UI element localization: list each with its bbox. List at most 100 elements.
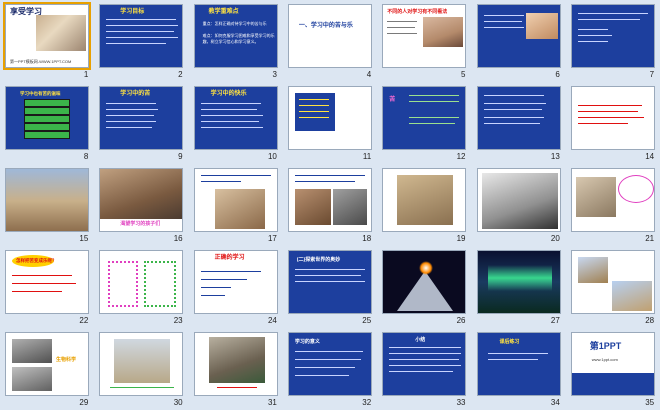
- slide-32[interactable]: 学习的意义: [287, 332, 372, 396]
- slide-thumbnail-4[interactable]: 一、学习中的苦与乐 4: [283, 0, 377, 82]
- slide-6[interactable]: [476, 4, 561, 68]
- slide-8-title: 学习中也有苦的滋味: [20, 91, 61, 96]
- slide-thumbnail-30[interactable]: 30: [94, 328, 188, 410]
- slide-number: 28: [645, 316, 655, 325]
- slide-thumbnail-32[interactable]: 学习的意义 32: [283, 328, 377, 410]
- slide-number: 15: [79, 234, 89, 243]
- slide-28-photo-1: [577, 257, 608, 283]
- slide-35[interactable]: 第1PPT www.1ppt.com: [570, 332, 655, 396]
- slide-number: 8: [83, 152, 89, 161]
- slide-thumbnail-6[interactable]: 6: [472, 0, 566, 82]
- slide-number: 2: [178, 70, 183, 79]
- slide-thumbnail-1[interactable]: 享受学习 第一PPT模板网-WWW.1PPT.COM 1: [0, 0, 94, 82]
- slide-thumbnail-23[interactable]: 23: [94, 246, 188, 328]
- slide-15[interactable]: [5, 168, 89, 232]
- slide-thumbnail-13[interactable]: 13: [472, 82, 566, 164]
- slide-17[interactable]: [193, 168, 278, 232]
- slide-9[interactable]: 学习中的苦: [99, 86, 184, 150]
- slide-number: 23: [173, 316, 183, 325]
- slide-25[interactable]: (二)探索世界的奥妙: [287, 250, 372, 314]
- slide-34[interactable]: 课后练习: [476, 332, 561, 396]
- slide-number: 33: [456, 398, 466, 407]
- slide-thumbnail-31[interactable]: 31: [189, 328, 283, 410]
- slide-26[interactable]: [382, 250, 467, 314]
- slide-14[interactable]: [570, 86, 655, 150]
- slide-12[interactable]: 苦: [382, 86, 467, 150]
- slide-thumbnail-8[interactable]: 学习中也有苦的滋味 8: [0, 82, 94, 164]
- slide-33[interactable]: 小结: [382, 332, 467, 396]
- slide-thumbnail-3[interactable]: 教学重难点 重点：怎样正确对待学习中的苦与乐 难点：如何克服学习困难和享受学习的…: [189, 0, 283, 82]
- slide-10[interactable]: 学习中的快乐: [193, 86, 278, 150]
- slide-15-photo: [6, 169, 88, 231]
- slide-35-logo: 第1PPT: [589, 341, 622, 351]
- slide-5[interactable]: 不同的人对学习有不同看法: [382, 4, 467, 68]
- slide-18-photo-2: [332, 189, 367, 225]
- slide-24-title: 正确的学习: [214, 255, 245, 261]
- slide-29[interactable]: 生物科学: [5, 332, 89, 396]
- slide-thumbnail-5[interactable]: 不同的人对学习有不同看法 5: [377, 0, 471, 82]
- slide-thumbnail-20[interactable]: 20: [472, 164, 566, 246]
- slide-21[interactable]: [570, 168, 655, 232]
- slide-1[interactable]: 享受学习 第一PPT模板网-WWW.1PPT.COM: [3, 2, 91, 70]
- slide-number: 7: [649, 70, 655, 79]
- slide-thumbnail-22[interactable]: 怎样把苦变成乐呢？ 22: [0, 246, 94, 328]
- slide-16-photo: [100, 169, 183, 219]
- slide-thumbnail-21[interactable]: 21: [566, 164, 660, 246]
- slide-thumbnail-12[interactable]: 苦 12: [377, 82, 471, 164]
- slide-thumbnail-33[interactable]: 小结 33: [377, 328, 471, 410]
- slide-thumbnail-26[interactable]: 26: [377, 246, 471, 328]
- slide-number: 31: [267, 398, 277, 407]
- slide-5-photo: [423, 17, 464, 47]
- slide-thumbnail-35[interactable]: 第1PPT www.1ppt.com 35: [566, 328, 660, 410]
- slide-thumbnail-19[interactable]: 19: [377, 164, 471, 246]
- slide-20[interactable]: [476, 168, 561, 232]
- slide-number: 25: [362, 316, 372, 325]
- slide-thumbnail-27[interactable]: 27: [472, 246, 566, 328]
- slide-thumbnail-28[interactable]: 28: [566, 246, 660, 328]
- slide-2-title: 学习目标: [120, 9, 145, 15]
- slide-number: 9: [178, 152, 183, 161]
- slide-number: 32: [362, 398, 372, 407]
- slide-12-tag: 苦: [389, 97, 396, 103]
- slide-8[interactable]: 学习中也有苦的滋味: [5, 86, 89, 150]
- slide-thumbnail-10[interactable]: 学习中的快乐 10: [189, 82, 283, 164]
- slide-31[interactable]: [193, 332, 278, 396]
- slide-4[interactable]: 一、学习中的苦与乐: [287, 4, 372, 68]
- slide-7[interactable]: [570, 4, 655, 68]
- slide-number: 10: [267, 152, 277, 161]
- slide-3[interactable]: 教学重难点 重点：怎样正确对待学习中的苦与乐 难点：如何克服学习困难和享受学习的…: [193, 4, 278, 68]
- slide-thumbnail-34[interactable]: 课后练习 34: [472, 328, 566, 410]
- slide-thumbnail-15[interactable]: 15: [0, 164, 94, 246]
- slide-thumbnail-24[interactable]: 正确的学习 24: [189, 246, 283, 328]
- slide-23-frame-2: [144, 261, 177, 307]
- slide-18[interactable]: [287, 168, 372, 232]
- slide-thumbnail-14[interactable]: 14: [566, 82, 660, 164]
- slide-thumbnail-25[interactable]: (二)探索世界的奥妙 25: [283, 246, 377, 328]
- slide-27[interactable]: [476, 250, 561, 314]
- slide-thumbnail-16[interactable]: 渴望学习的孩子们 16: [94, 164, 188, 246]
- slide-28[interactable]: [570, 250, 655, 314]
- slide-16[interactable]: 渴望学习的孩子们: [99, 168, 184, 232]
- slide-number: 3: [272, 70, 277, 79]
- slide-thumbnail-7[interactable]: 7: [566, 0, 660, 82]
- slide-6-photo: [525, 13, 558, 39]
- slide-thumbnail-17[interactable]: 17: [189, 164, 283, 246]
- slide-thumbnail-2[interactable]: 学习目标 2: [94, 0, 188, 82]
- slide-number: 19: [456, 234, 466, 243]
- slide-13[interactable]: [476, 86, 561, 150]
- slide-24[interactable]: 正确的学习: [193, 250, 278, 314]
- slide-23[interactable]: [99, 250, 184, 314]
- slide-2[interactable]: 学习目标: [99, 4, 184, 68]
- slide-thumbnail-9[interactable]: 学习中的苦 9: [94, 82, 188, 164]
- slide-thumbnail-18[interactable]: 18: [283, 164, 377, 246]
- slide-20-photo: [481, 173, 558, 229]
- slide-29-photo-1: [12, 339, 52, 363]
- slide-30[interactable]: [99, 332, 184, 396]
- slide-11[interactable]: [287, 86, 372, 150]
- slide-35-site: www.1ppt.com: [591, 357, 618, 362]
- slide-thumbnail-29[interactable]: 生物科学 29: [0, 328, 94, 410]
- slide-22[interactable]: 怎样把苦变成乐呢？: [5, 250, 89, 314]
- slide-19[interactable]: [382, 168, 467, 232]
- slide-thumbnail-11[interactable]: 11: [283, 82, 377, 164]
- slide-number: 30: [173, 398, 183, 407]
